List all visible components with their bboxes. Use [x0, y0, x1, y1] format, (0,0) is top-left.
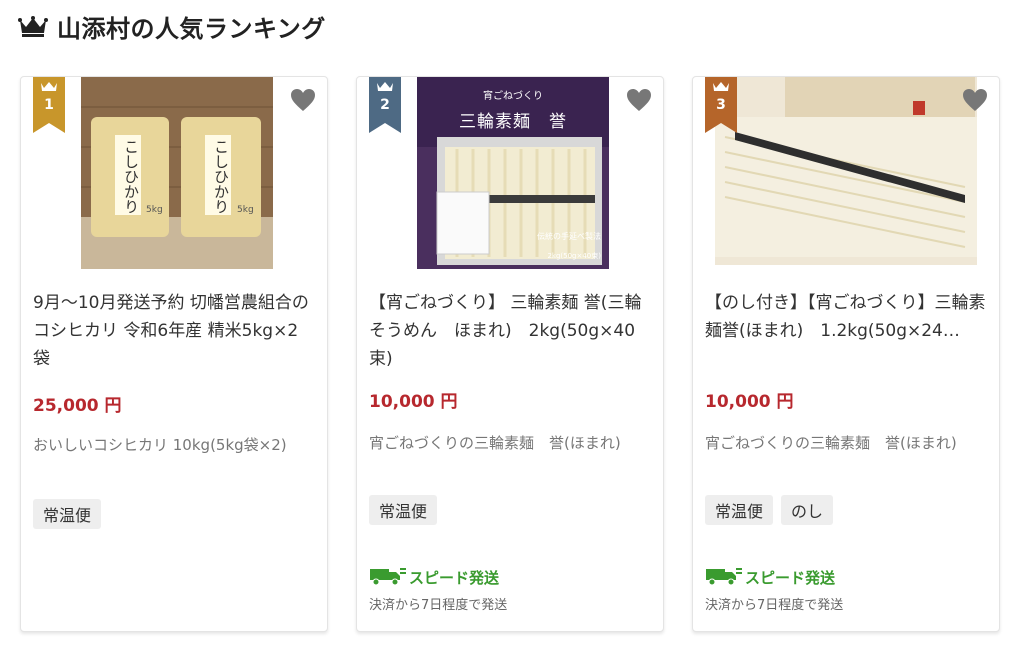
- product-image-label: こしひかり: [212, 139, 230, 214]
- product-image[interactable]: 宵ごねづくり 三輪素麺 誉 伝統の手延べ製法 2kg(50g×40束): [417, 77, 609, 269]
- speed-shipping-note: 決済から7日程度で発送: [705, 598, 844, 613]
- product-image-title: 三輪素麺 誉: [459, 112, 567, 132]
- product-price: 25,000 円: [33, 396, 122, 416]
- rank-number: 2: [380, 97, 390, 113]
- tag-noshi: のし: [781, 495, 834, 525]
- rank-number: 1: [44, 97, 54, 113]
- product-card-2[interactable]: 宵ごねづくり 三輪素麺 誉 伝統の手延べ製法 2kg(50g×40束) 2 【宵…: [356, 76, 664, 632]
- tag-list: 常温便: [33, 499, 102, 529]
- product-name[interactable]: 9月～10月発送予約 切幡営農組合のコシヒカリ 令和6年産 精米5kg×2袋: [33, 289, 315, 373]
- truck-icon: [369, 564, 407, 590]
- speed-shipping: スピード発送: [705, 564, 835, 590]
- rank-number: 3: [716, 97, 726, 113]
- product-image-caption: 2kg(50g×40束): [547, 252, 601, 260]
- rank-badge: 2: [369, 77, 401, 133]
- tag-shipping: 常温便: [33, 499, 102, 529]
- page-title: 山添村の人気ランキング: [57, 14, 326, 43]
- favorite-heart-icon[interactable]: [961, 87, 989, 113]
- crown-icon: [18, 15, 48, 37]
- product-image-weight: 5kg: [237, 205, 254, 215]
- product-description: 宵ごねづくりの三輪素麺 誉(ほまれ): [705, 434, 957, 452]
- product-card-1[interactable]: こしひかり こしひかり 5kg 5kg 1 9月～10月発送予約 切幡営農組合の…: [20, 76, 328, 632]
- product-image[interactable]: こしひかり こしひかり 5kg 5kg: [81, 77, 273, 269]
- tag-list: 常温便 のし: [705, 495, 834, 525]
- product-description: 宵ごねづくりの三輪素麺 誉(ほまれ): [369, 434, 621, 452]
- favorite-heart-icon[interactable]: [289, 87, 317, 113]
- rank-badge: 3: [705, 77, 737, 133]
- tag-list: 常温便: [369, 495, 438, 525]
- product-image[interactable]: [715, 77, 977, 265]
- product-description: おいしいコシヒカリ 10kg(5kg袋×2): [33, 436, 287, 454]
- product-price: 10,000 円: [369, 392, 458, 412]
- rank-badge: 1: [33, 77, 65, 133]
- speed-shipping-label: スピード発送: [409, 568, 500, 587]
- product-price: 10,000 円: [705, 392, 794, 412]
- ranking-header: 山添村の人気ランキング: [18, 8, 326, 44]
- product-image-caption: 伝統の手延べ製法: [537, 232, 601, 241]
- speed-shipping-note: 決済から7日程度で発送: [369, 598, 508, 613]
- tag-shipping: 常温便: [705, 495, 774, 525]
- product-image-label: 宵ごねづくり: [483, 91, 543, 102]
- product-image-label: こしひかり: [122, 139, 140, 214]
- product-name[interactable]: 【宵ごねづくり】 三輪素麺 誉(三輪そうめん ほまれ) 2kg(50g×40束): [369, 289, 651, 373]
- truck-icon: [705, 564, 743, 590]
- product-card-3[interactable]: 3 【のし付き】【宵ごねづくり】三輪素麺誉(ほまれ) 1.2kg(50g×24……: [692, 76, 1000, 632]
- tag-shipping: 常温便: [369, 495, 438, 525]
- product-name[interactable]: 【のし付き】【宵ごねづくり】三輪素麺誉(ほまれ) 1.2kg(50g×24…: [705, 289, 987, 345]
- speed-shipping-label: スピード発送: [745, 568, 836, 587]
- product-image-weight: 5kg: [146, 205, 163, 215]
- speed-shipping: スピード発送: [369, 564, 499, 590]
- favorite-heart-icon[interactable]: [625, 87, 653, 113]
